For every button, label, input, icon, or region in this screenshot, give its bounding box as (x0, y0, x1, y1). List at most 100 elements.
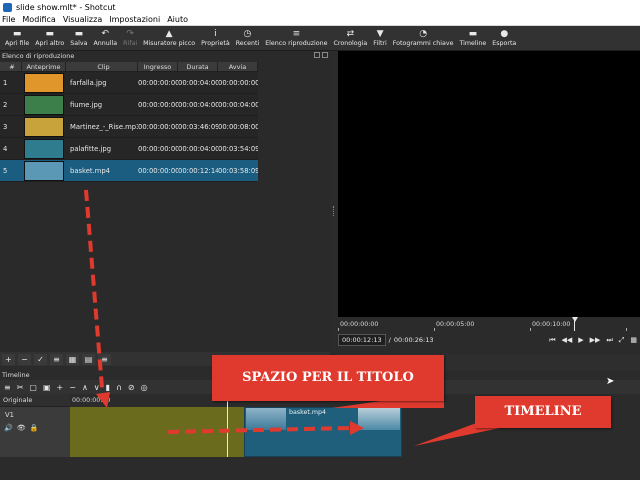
menu-icon[interactable]: ≡ (98, 353, 111, 365)
timeline-clip-blank[interactable] (70, 407, 244, 457)
playlist-row[interactable]: 4 palafitte.jpg 00:00:00:00 00:00:04:00 00:0… (0, 138, 258, 160)
toolbar-button-info[interactable]: i Proprietà (198, 26, 233, 51)
lift-icon[interactable]: ∧ (82, 383, 88, 392)
row-duration: 00:00:04:00 (178, 145, 218, 153)
timeline-icon: ▬ (468, 29, 478, 39)
col-header-duration[interactable]: Durata (178, 62, 218, 71)
fast-forward-icon[interactable]: ▶▶ (590, 336, 601, 345)
viewer-playhead[interactable] (572, 317, 578, 322)
toolbar-button-keyframes[interactable]: ◔ Fotogrammi chiave (390, 26, 457, 51)
menu-settings[interactable]: Impostazioni (109, 15, 160, 24)
timeline-clip-basket[interactable]: basket.mp4 (244, 407, 402, 457)
toolbar-button-save[interactable]: ▬ Salva (67, 26, 90, 51)
remove-icon[interactable]: − (18, 353, 31, 365)
row-thumbnail (22, 94, 66, 115)
playlist-table: # Anteprime Clip Ingresso Durata Avvia 1… (0, 62, 258, 182)
playlist-row[interactable]: 3 Martinez_-_Rise.mp3 00:00:00:00 00:03:46:… (0, 116, 258, 138)
float-panel-icon[interactable] (314, 52, 320, 58)
toolbar-button-peak-meter[interactable]: ▲ Misuratore picco (140, 26, 198, 51)
timeline-empty-area (0, 457, 640, 480)
play-icon[interactable]: ▶ (578, 336, 583, 345)
skip-start-icon[interactable]: ⏮ (549, 336, 555, 345)
toolbar-button-timeline[interactable]: ▬ Timeline (456, 26, 489, 51)
viewer-ruler[interactable]: 00:00:00:00 00:00:05:00 00:00:10:00 (338, 317, 640, 331)
toolbar-button-folder-open[interactable]: ▬ Apri file (2, 26, 32, 51)
scrub-icon[interactable]: ⊘ (128, 383, 135, 392)
panel-splitter[interactable] (331, 51, 337, 371)
zoom-icon[interactable]: ⤢ (619, 336, 625, 345)
toolbar-button-export[interactable]: ● Esporta (489, 26, 519, 51)
paste-icon[interactable]: ▣ (43, 383, 51, 392)
transport-bar: 00:00:12:13 / 00:00:26:13 ⏮ ◀◀ ▶ ▶▶ ⏭ ⤢ ▦ (338, 333, 640, 347)
toolbar-button-history[interactable]: ⇄ Cronologia (331, 26, 371, 51)
col-header-in[interactable]: Ingresso (138, 62, 178, 71)
toolbar-button-label: Timeline (459, 40, 487, 47)
check-icon[interactable]: ✓ (34, 353, 47, 365)
append-icon[interactable]: + (57, 383, 64, 392)
menu-file[interactable]: File (2, 15, 15, 24)
remove-icon[interactable]: − (69, 383, 76, 392)
col-header-thumbnails[interactable]: Anteprime (22, 62, 66, 71)
toolbar-button-label: Cronologia (333, 40, 368, 47)
timeline-menu-icon[interactable]: ≡ (4, 383, 11, 392)
ripple-icon[interactable]: ◎ (141, 383, 148, 392)
snap-icon[interactable]: ∩ (116, 383, 122, 392)
playlist-row[interactable]: 5 basket.mp4 00:00:00:00 00:00:12:14 00:03:5… (0, 160, 258, 182)
playlist-row[interactable]: 2 fiume.jpg 00:00:00:00 00:00:04:00 00:00:04… (0, 94, 258, 116)
grid-view-icon[interactable]: ▦ (66, 353, 79, 365)
rewind-icon[interactable]: ◀◀ (562, 336, 573, 345)
toolbar-button-label: Apri file (5, 40, 30, 47)
folder-open-icon: ▬ (12, 29, 22, 39)
lock-icon[interactable]: 🔒 (30, 424, 39, 432)
ruler-tick-mark (530, 328, 531, 331)
skip-end-icon[interactable]: ⏭ (606, 336, 612, 345)
hide-icon[interactable]: 👁 (17, 424, 26, 432)
close-panel-icon[interactable] (322, 52, 328, 58)
shotcut-app-icon (3, 2, 12, 12)
toolbar-button-label: Rifai (123, 40, 138, 47)
row-duration: 00:03:46:09 (178, 123, 218, 131)
toolbar-button-clock[interactable]: ◷ Recenti (233, 26, 263, 51)
col-header-clip[interactable]: Clip (66, 62, 138, 71)
row-clip-name: farfalla.jpg (70, 79, 107, 87)
toolbar-button-undo[interactable]: ↶ Annulla (90, 26, 120, 51)
window-title: slide show.mlt* - Shotcut (16, 2, 116, 12)
menu-view[interactable]: Visualizza (63, 15, 102, 24)
toolbar-button-playlist[interactable]: ≡ Elenco riproduzione (262, 26, 330, 51)
menu-edit[interactable]: Modifica (22, 15, 55, 24)
timeline-callout: TIMELINE (475, 396, 611, 428)
copy-icon[interactable]: ▢ (29, 383, 37, 392)
col-header-number[interactable]: # (0, 62, 22, 71)
keyframes-icon: ◔ (419, 29, 428, 39)
toolbar-button-label: Fotogrammi chiave (392, 40, 454, 47)
row-start: 00:03:58:09 (218, 167, 258, 175)
tiles-view-icon[interactable]: ▤ (82, 353, 95, 365)
toolbar-button-redo[interactable]: ↷ Rifai (120, 26, 140, 51)
toolbar-button-filter[interactable]: ▼ Filtri (370, 26, 389, 51)
mute-icon[interactable]: 🔊 (4, 424, 13, 432)
timecode-separator: / (388, 336, 391, 344)
overwrite-icon[interactable]: ∨ (94, 383, 100, 392)
current-timecode[interactable]: 00:00:12:13 (338, 334, 386, 346)
row-number: 3 (3, 123, 8, 131)
ruler-tick-label: 00:00:05:00 (436, 321, 475, 328)
toolbar-button-label: Filtri (373, 40, 387, 47)
toolbar-button-label: Apri altro (35, 40, 65, 47)
cut-icon[interactable]: ✂ (17, 383, 24, 392)
playlist-row[interactable]: 1 farfalla.jpg 00:00:00:00 00:00:04:00 00:00… (0, 72, 258, 94)
row-in-point: 00:00:00:00 (138, 79, 178, 87)
grid-icon[interactable]: ▦ (630, 336, 637, 345)
add-icon[interactable]: + (2, 353, 15, 365)
clip-label: basket.mp4 (289, 409, 327, 416)
col-header-start[interactable]: Avvia (218, 62, 258, 71)
ruler-tick-mark (626, 328, 627, 331)
panel-window-buttons (314, 52, 328, 58)
split-icon[interactable]: ▮ (106, 383, 110, 392)
playlist-title: Elenco di riproduzione (2, 52, 75, 60)
menu-help[interactable]: Aiuto (167, 15, 188, 24)
video-viewer (338, 51, 640, 317)
toolbar-button-open-other[interactable]: ▬ Apri altro (32, 26, 67, 51)
list-view-icon[interactable]: ≡ (50, 353, 63, 365)
row-start: 00:00:08:00 (218, 123, 258, 131)
row-number: 4 (3, 145, 8, 153)
